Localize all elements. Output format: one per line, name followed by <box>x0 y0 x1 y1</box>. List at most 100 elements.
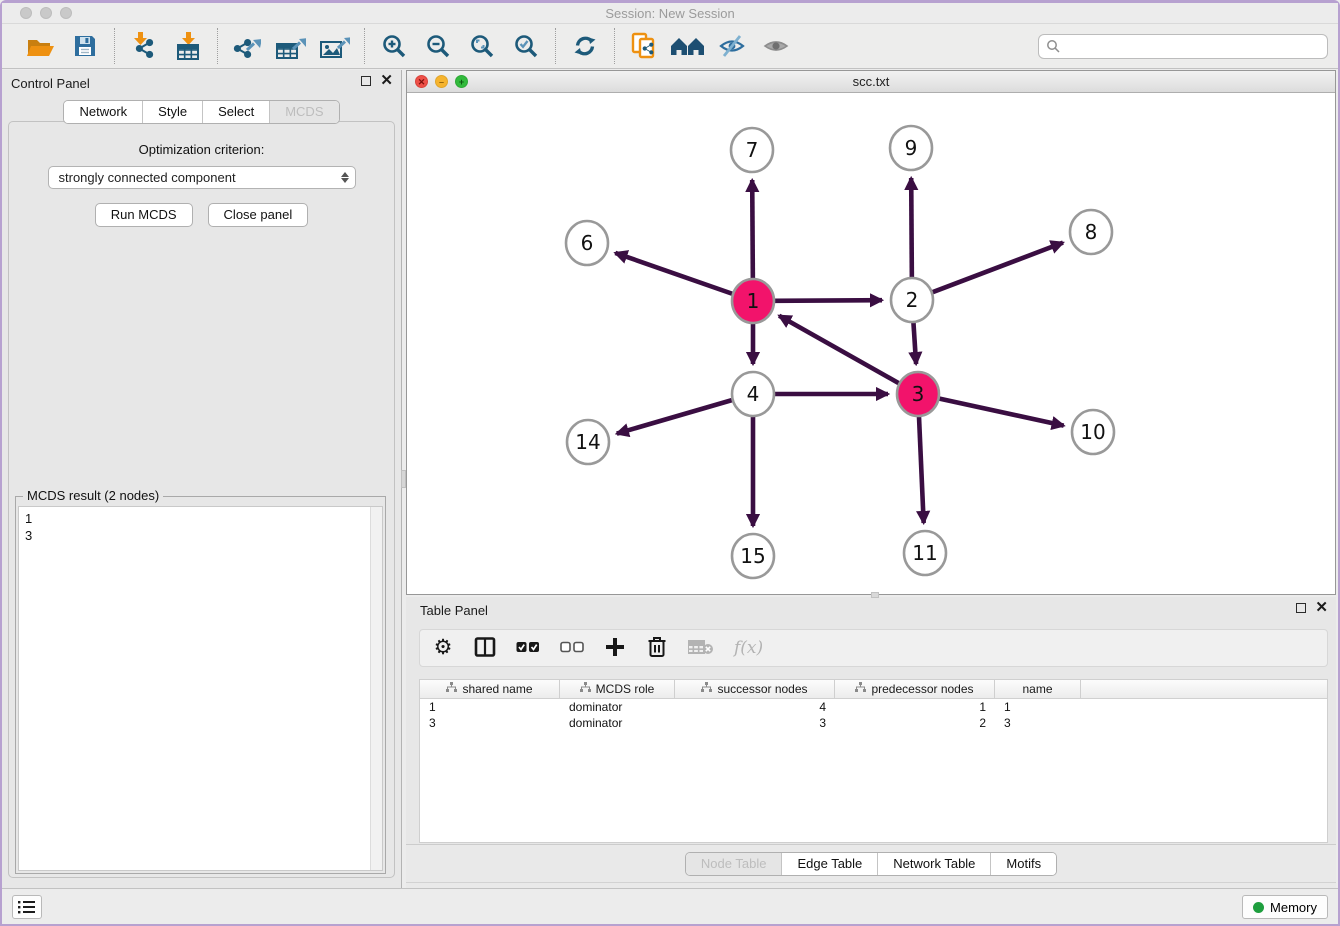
graph-edge-2-8[interactable] <box>933 243 1063 293</box>
open-button[interactable] <box>26 31 56 61</box>
column-sort-icon <box>855 682 866 696</box>
network-view-window: ✕ – + scc.txt 7968124314101511 <box>406 70 1336 595</box>
graph-edge-2-9[interactable] <box>911 178 912 278</box>
column-header-predecessor-nodes[interactable]: predecessor nodes <box>835 680 995 698</box>
settings-button[interactable]: ⚙ <box>432 635 454 661</box>
table-cell[interactable]: 1 <box>420 699 560 715</box>
result-scrollbar[interactable] <box>370 507 382 870</box>
graph-node-9[interactable]: 9 <box>890 126 932 170</box>
save-button[interactable] <box>70 31 100 61</box>
column-header-shared-name[interactable]: shared name <box>420 680 560 698</box>
table-body: 1dominator4113dominator323 <box>420 699 1327 731</box>
table-tab-motifs[interactable]: Motifs <box>991 853 1056 875</box>
graph-node-14[interactable]: 14 <box>567 420 609 464</box>
close-panel-icon[interactable]: ✕ <box>380 76 393 86</box>
graph-node-4[interactable]: 4 <box>732 372 774 416</box>
delete-column-button[interactable] <box>646 635 668 661</box>
graph-node-2[interactable]: 2 <box>891 278 933 322</box>
graph-node-1[interactable]: 1 <box>732 279 774 323</box>
graph-edge-1-6[interactable] <box>615 253 732 294</box>
tab-select[interactable]: Select <box>203 101 270 123</box>
first-neighbors-button[interactable] <box>673 31 703 61</box>
hide-selected-button[interactable] <box>717 31 747 61</box>
export-network-button[interactable] <box>232 31 262 61</box>
duplicate-network-button[interactable] <box>629 31 659 61</box>
graph-edge-3-11[interactable] <box>919 416 924 523</box>
tab-mcds[interactable]: MCDS <box>270 101 338 123</box>
select-all-checks-button[interactable] <box>516 635 540 661</box>
graph-edge-2-3[interactable] <box>913 322 916 364</box>
show-panels-menu-button[interactable] <box>12 895 42 919</box>
graph-node-3[interactable]: 3 <box>897 372 939 416</box>
table-cell[interactable]: 3 <box>675 715 835 731</box>
float-panel-icon[interactable] <box>361 76 371 86</box>
graph-node-15[interactable]: 15 <box>732 534 774 578</box>
table-cell[interactable]: 1 <box>835 699 995 715</box>
hide-selected-icon <box>718 33 746 59</box>
show-all-button[interactable] <box>761 31 791 61</box>
network-window-title: scc.txt <box>407 74 1335 89</box>
graph-node-10[interactable]: 10 <box>1072 410 1114 454</box>
graph-edge-1-2[interactable] <box>775 300 882 301</box>
mcds-result-area[interactable]: 1 3 <box>18 506 383 871</box>
column-header-label: successor nodes <box>717 682 807 696</box>
table-row[interactable]: 1dominator411 <box>420 699 1327 715</box>
zoom-out-icon <box>425 33 451 59</box>
tab-network[interactable]: Network <box>64 101 143 123</box>
import-table-button[interactable] <box>173 31 203 61</box>
zoom-selected-button[interactable] <box>511 31 541 61</box>
memory-button[interactable]: Memory <box>1242 895 1328 919</box>
import-network-button[interactable] <box>129 31 159 61</box>
export-image-button[interactable] <box>320 31 350 61</box>
table-tab-edge-table[interactable]: Edge Table <box>782 853 878 875</box>
refresh-button[interactable] <box>570 31 600 61</box>
close-panel-button[interactable]: Close panel <box>208 203 309 227</box>
export-table-button[interactable] <box>276 31 306 61</box>
duplicate-network-icon <box>630 32 658 60</box>
table-tabs-strip: Node TableEdge TableNetwork TableMotifs <box>406 844 1336 888</box>
column-header-MCDS-role[interactable]: MCDS role <box>560 680 675 698</box>
table-cell[interactable]: dominator <box>560 699 675 715</box>
add-column-button[interactable] <box>604 635 626 661</box>
graph-node-8[interactable]: 8 <box>1070 210 1112 254</box>
table-cell[interactable]: 3 <box>995 715 1081 731</box>
memory-button-label: Memory <box>1270 900 1317 915</box>
zoom-fit-button[interactable] <box>467 31 497 61</box>
search-input[interactable] <box>1060 39 1320 54</box>
table-tab-node-table[interactable]: Node Table <box>686 853 783 875</box>
run-mcds-button[interactable]: Run MCDS <box>95 203 193 227</box>
graph-edge-3-10[interactable] <box>939 399 1063 426</box>
table-row[interactable]: 3dominator323 <box>420 715 1327 731</box>
graph-node-6[interactable]: 6 <box>566 221 608 265</box>
table-close-panel-icon[interactable]: ✕ <box>1315 603 1328 613</box>
vertical-splitter-handle[interactable] <box>401 470 406 488</box>
network-graph[interactable]: 7 9 6 8 1 2 4 3 14 10 15 11 <box>407 93 1335 594</box>
horizontal-splitter-handle[interactable] <box>871 592 879 598</box>
table-cell[interactable]: dominator <box>560 715 675 731</box>
graph-node-label: 10 <box>1080 420 1105 444</box>
node-table: shared nameMCDS role successor nodes prede… <box>419 679 1328 843</box>
graph-edge-3-1[interactable] <box>779 316 899 383</box>
graph-node-11[interactable]: 11 <box>904 531 946 575</box>
table-float-panel-icon[interactable] <box>1296 603 1306 613</box>
graph-edge-4-14[interactable] <box>617 400 732 433</box>
table-cell[interactable]: 1 <box>995 699 1081 715</box>
table-cell[interactable]: 2 <box>835 715 995 731</box>
zoom-out-button[interactable] <box>423 31 453 61</box>
table-cell[interactable]: 3 <box>420 715 560 731</box>
zoom-in-button[interactable] <box>379 31 409 61</box>
split-columns-button[interactable] <box>474 635 496 661</box>
criterion-select-value: strongly connected component <box>59 170 341 185</box>
table-tab-network-table[interactable]: Network Table <box>878 853 991 875</box>
search-box[interactable] <box>1038 34 1328 59</box>
criterion-select[interactable]: strongly connected component <box>48 166 356 189</box>
column-header-name[interactable]: name <box>995 680 1081 698</box>
column-header-successor-nodes[interactable]: successor nodes <box>675 680 835 698</box>
deselect-checks-button[interactable] <box>560 635 584 661</box>
network-canvas[interactable]: 7 9 6 8 1 2 4 3 14 10 15 11 <box>407 93 1335 594</box>
graph-edge-1-7[interactable] <box>752 180 753 279</box>
table-cell[interactable]: 4 <box>675 699 835 715</box>
graph-node-7[interactable]: 7 <box>731 128 773 172</box>
tab-style[interactable]: Style <box>143 101 203 123</box>
table-panel-header: Table Panel ✕ <box>406 597 1336 624</box>
